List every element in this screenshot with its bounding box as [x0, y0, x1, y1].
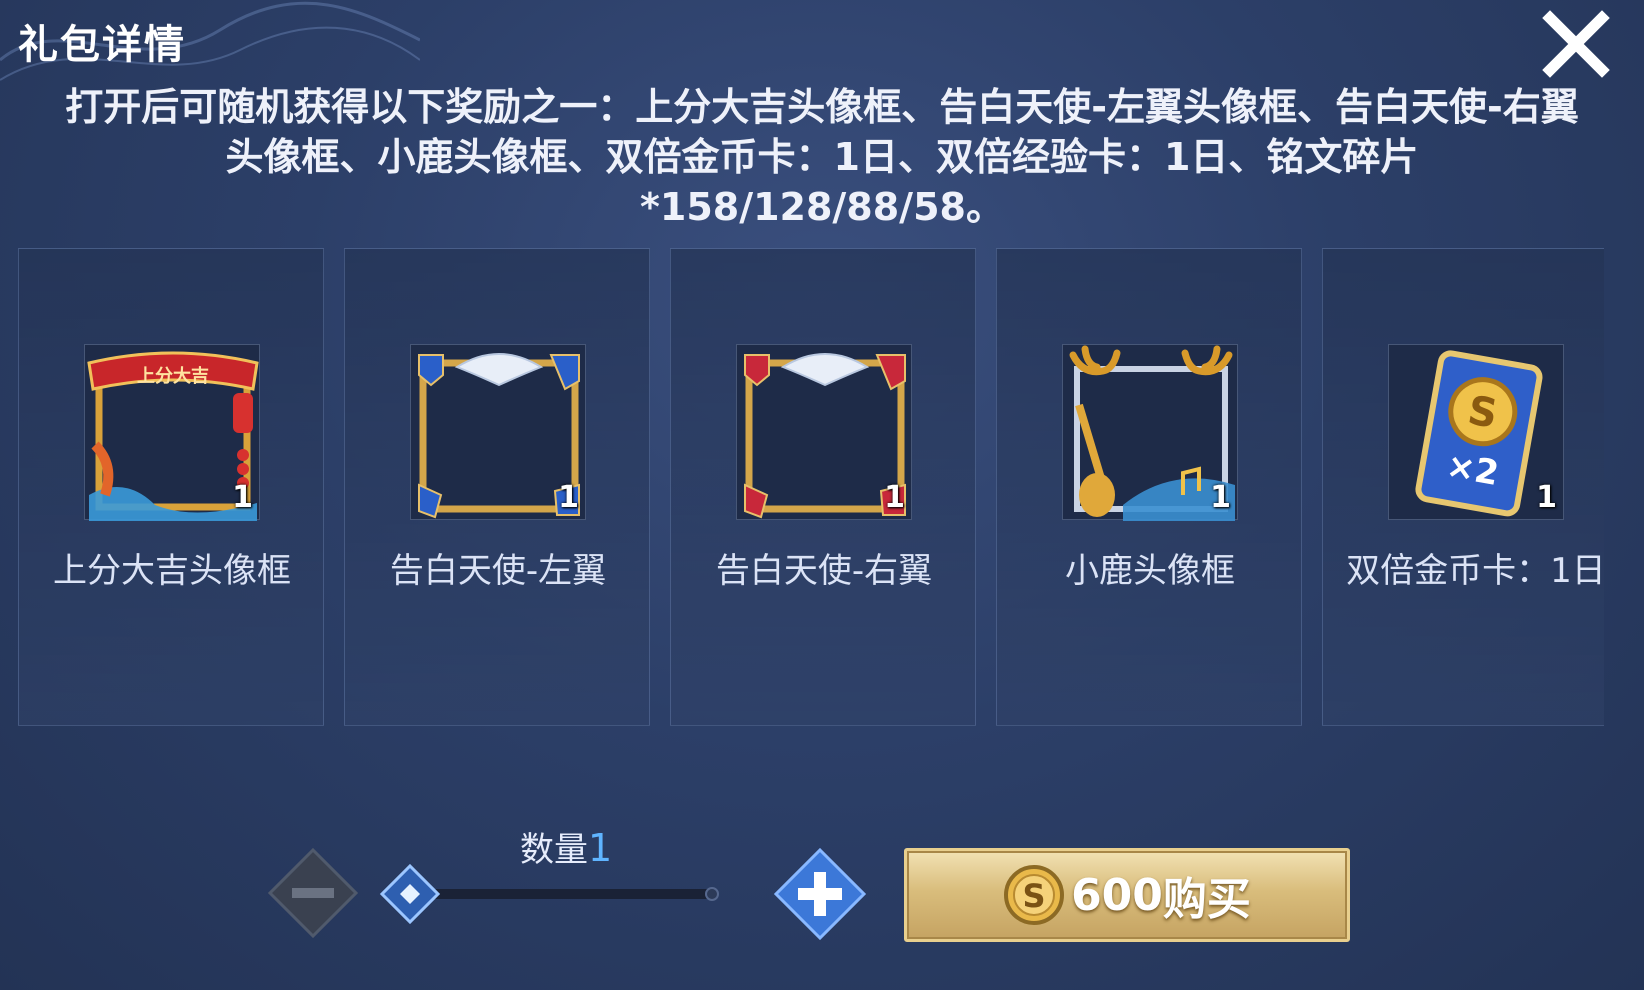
svg-text:S: S: [1023, 877, 1046, 915]
plus-button[interactable]: [774, 848, 866, 940]
reward-card-3[interactable]: 1 告白天使-右翼: [670, 248, 976, 726]
reward-count-5: 1: [1536, 480, 1557, 515]
quantity-slider[interactable]: [378, 864, 728, 924]
reward-thumb-5: S ×2 1: [1388, 344, 1564, 520]
dialog-title: 礼包详情: [18, 22, 186, 68]
reward-count-1: 1: [232, 480, 253, 515]
reward-name-4: 小鹿头像框: [1065, 551, 1235, 591]
reward-card-1[interactable]: 上分大吉 1 上分大吉头像框: [18, 248, 324, 726]
reward-thumb-4: 1: [1062, 344, 1238, 521]
buy-label: 购买: [1162, 874, 1251, 925]
reward-list[interactable]: 上分大吉 1 上分大吉头像框 1 告白天使-左翼 1 告白天使-右翼 1 小鹿头…: [18, 248, 1604, 728]
reward-card-5[interactable]: S ×2 1 双倍金币卡：1日: [1322, 248, 1604, 726]
reward-name-5: 双倍金币卡：1日: [1346, 551, 1604, 591]
slider-handle[interactable]: [379, 864, 441, 924]
reward-name-1: 上分大吉头像框: [53, 551, 291, 591]
close-icon[interactable]: [1538, 6, 1614, 82]
buy-button[interactable]: S 600 购买: [904, 848, 1350, 942]
reward-count-4: 1: [1210, 480, 1231, 515]
reward-count-2: 1: [558, 480, 579, 515]
reward-name-2: 告白天使-左翼: [389, 551, 607, 591]
buy-price: 600: [1071, 869, 1163, 921]
lucky-banner-text: 上分大吉: [137, 365, 209, 387]
reward-count-3: 1: [884, 480, 905, 515]
reward-card-2[interactable]: 1 告白天使-左翼: [344, 248, 650, 726]
gold-coin-icon: S: [1004, 865, 1065, 925]
gift-description: 打开后可随机获得以下奖励之一：上分大吉头像框、告白天使-左翼头像框、告白天使-右…: [65, 85, 1579, 229]
reward-thumb-2: 1: [410, 344, 586, 520]
reward-name-3: 告白天使-右翼: [715, 551, 933, 591]
reward-thumb-1: 上分大吉 1: [84, 344, 260, 521]
minus-button[interactable]: [268, 848, 358, 938]
reward-card-4[interactable]: 1 小鹿头像框: [996, 248, 1302, 726]
reward-thumb-3: 1: [736, 344, 912, 520]
